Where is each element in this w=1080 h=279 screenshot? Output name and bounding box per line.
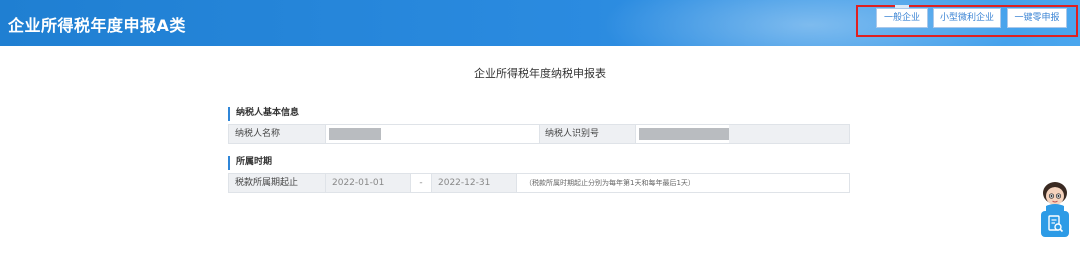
divider — [539, 125, 540, 143]
taxpayer-name-label: 纳税人名称 — [229, 125, 325, 143]
taxpayer-info-row: 纳税人名称 纳税人识别号 — [228, 124, 850, 144]
customer-service-avatar-icon[interactable] — [1040, 180, 1070, 212]
taxpayer-id-value-redacted — [639, 128, 729, 140]
form-title: 企业所得税年度纳税申报表 — [474, 67, 606, 80]
section-title-period: 所属时期 — [228, 156, 272, 170]
taxpayer-name-value-redacted — [329, 128, 381, 140]
taxpayer-id-label: 纳税人识别号 — [539, 125, 635, 143]
period-start-date-input[interactable]: 2022-01-01 — [325, 174, 411, 192]
period-end-date-input[interactable]: 2022-12-31 — [431, 174, 517, 192]
small-micro-enterprise-button[interactable]: 小型微利企业 — [933, 8, 1001, 28]
tax-period-row: 税款所属期起止 2022-01-01 - 2022-12-31 （税款所属时期起… — [228, 173, 850, 193]
document-search-icon — [1048, 215, 1064, 233]
tax-period-label: 税款所属期起止 — [229, 174, 325, 192]
divider — [635, 125, 636, 143]
online-help-button[interactable] — [1041, 211, 1069, 237]
taxpayer-id-field-fill — [729, 125, 849, 143]
page-title: 企业所得税年度申报A类 — [8, 16, 186, 35]
period-hint-text: （税款所属时期起止分别为每年第1天和每年最后1天） — [525, 179, 695, 187]
one-click-zero-declaration-button[interactable]: 一键零申报 — [1007, 8, 1067, 28]
section-title-basic-info: 纳税人基本信息 — [228, 107, 299, 121]
date-range-separator: - — [419, 178, 423, 188]
general-enterprise-button[interactable]: 一般企业 — [876, 5, 928, 28]
divider — [325, 125, 326, 143]
